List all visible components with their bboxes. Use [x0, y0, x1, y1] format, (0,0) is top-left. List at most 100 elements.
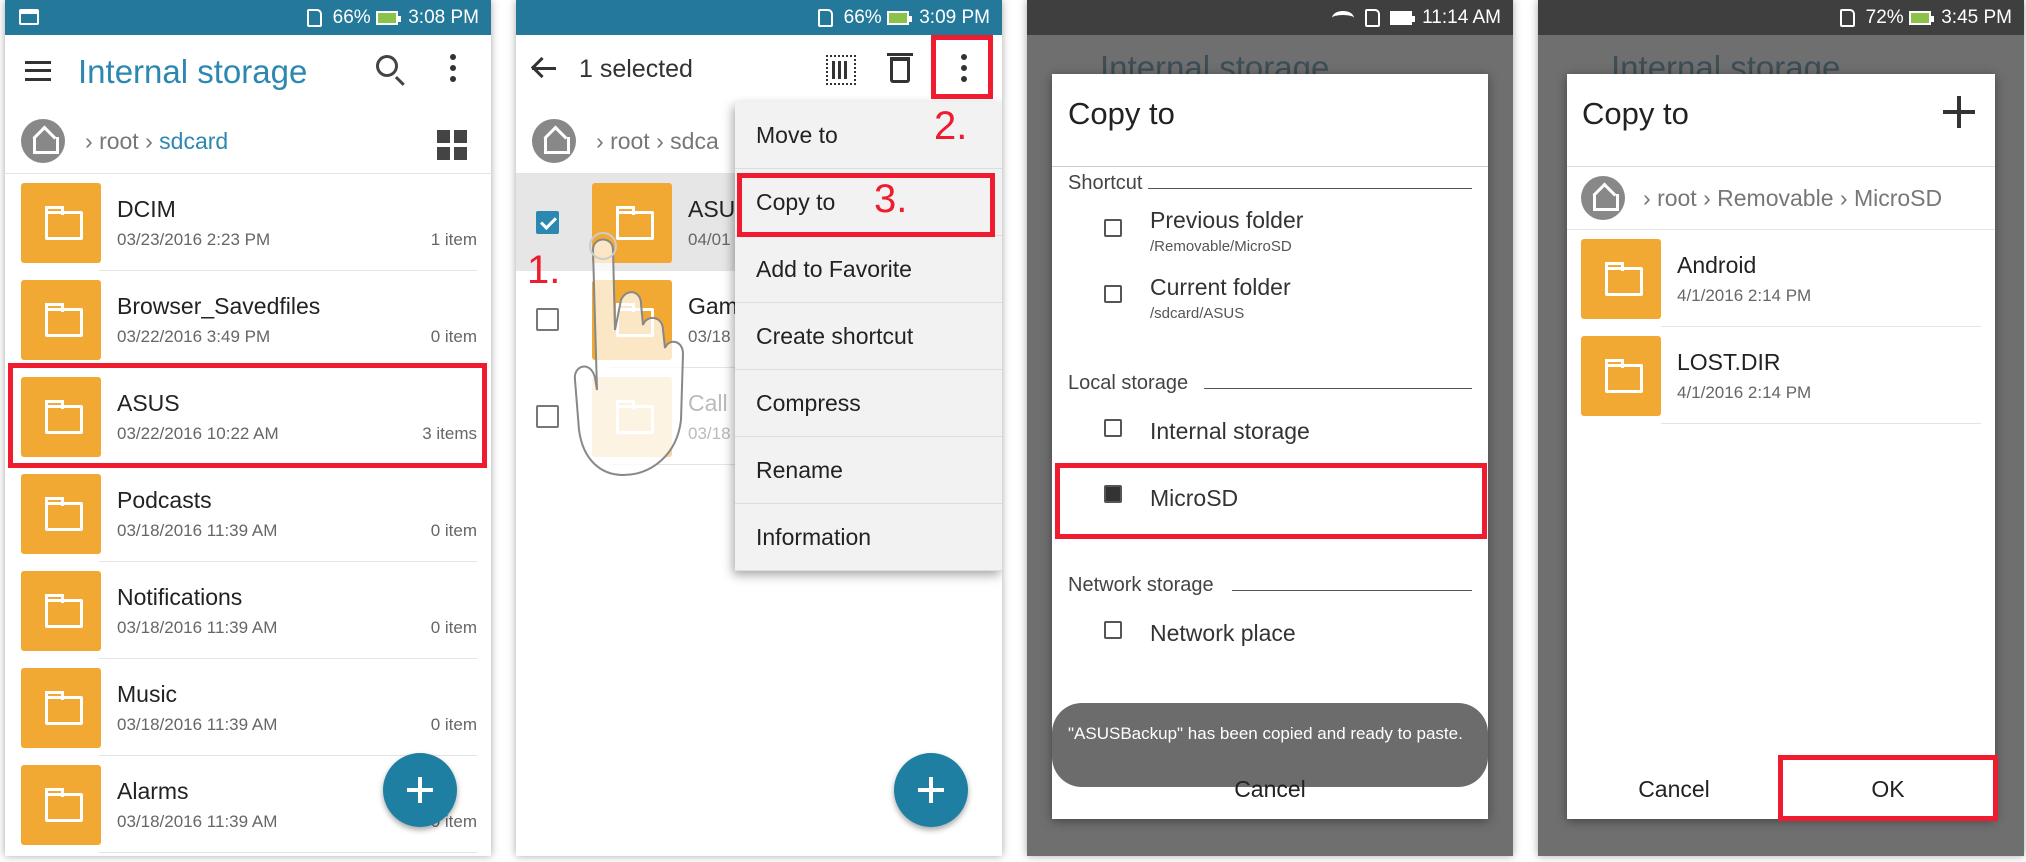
- highlight-box-ok: [1778, 755, 1998, 821]
- file-name: Browser_Savedfiles: [117, 293, 321, 319]
- selection-bar: 1 selected: [516, 35, 1002, 110]
- toast-message: "ASUSBackup" has been copied and ready t…: [1052, 703, 1488, 787]
- checkbox-checked[interactable]: [536, 211, 559, 234]
- search-icon[interactable]: [376, 55, 398, 77]
- menu-item-add-favorite[interactable]: Add to Favorite: [735, 236, 1002, 303]
- battery-charging-icon: [886, 10, 912, 25]
- back-arrow-icon[interactable]: [532, 67, 556, 70]
- list-item[interactable]: LOST.DIR 4/1/2016 2:14 PM: [1567, 327, 1995, 424]
- breadcrumb: › root › sdcard: [5, 110, 491, 174]
- home-icon[interactable]: [21, 119, 65, 163]
- chevron-right-icon: ›: [85, 128, 93, 154]
- select-all-icon[interactable]: [826, 55, 856, 85]
- file-date: 03/22/2016 3:49 PM: [117, 327, 271, 346]
- file-name: Notifications: [117, 584, 243, 610]
- selection-count: 1 selected: [579, 55, 693, 83]
- add-button[interactable]: [383, 753, 457, 827]
- tap-hand-icon: [573, 232, 685, 477]
- internal-storage[interactable]: Internal storage: [1150, 418, 1310, 445]
- home-icon[interactable]: [1581, 176, 1625, 220]
- battery-percent: 66%: [843, 7, 882, 28]
- file-name: Call: [688, 390, 728, 416]
- file-name: Gam: [688, 293, 738, 319]
- more-options-icon[interactable]: [450, 54, 456, 60]
- phone-screen-copy-dialog: 11:14 AM Internal storage Copy to Shortc…: [1027, 0, 1513, 856]
- folder-name: Android: [1677, 252, 1757, 278]
- list-item[interactable]: Podcasts 03/18/2016 11:39 AM 0 item: [5, 465, 491, 562]
- folder-name: LOST.DIR: [1677, 349, 1781, 375]
- crumb-sdcard[interactable]: sdca: [670, 128, 719, 154]
- delete-icon[interactable]: [887, 53, 913, 83]
- page-title: Internal storage: [78, 53, 308, 90]
- crumb-root[interactable]: root: [1657, 185, 1697, 211]
- file-name: DCIM: [117, 196, 176, 222]
- folder-icon: [1581, 336, 1661, 416]
- file-date: 03/18/2016 11:39 AM: [117, 812, 278, 831]
- clock: 11:14 AM: [1422, 7, 1501, 28]
- status-bar: 66% 3:08 PM: [5, 0, 491, 35]
- section-network-storage: Network storage: [1068, 574, 1214, 596]
- home-icon[interactable]: [532, 119, 576, 163]
- list-item[interactable]: Notifications 03/18/2016 11:39 AM 0 item: [5, 562, 491, 659]
- menu-item-compress[interactable]: Compress: [735, 370, 1002, 437]
- crumb-root[interactable]: root: [610, 128, 650, 154]
- network-place[interactable]: Network place: [1150, 620, 1296, 647]
- crumb-root[interactable]: root: [99, 128, 139, 154]
- folder-date: 4/1/2016 2:14 PM: [1677, 286, 1812, 305]
- list-item[interactable]: Android 4/1/2016 2:14 PM: [1567, 230, 1995, 327]
- crumb-sdcard[interactable]: sdcard: [159, 128, 228, 154]
- breadcrumb: › root › Removable › MicroSD: [1567, 166, 1995, 230]
- list-item[interactable]: Browser_Savedfiles 03/22/2016 3:49 PM 0 …: [5, 271, 491, 368]
- battery-percent: 72%: [1865, 7, 1904, 28]
- previous-folder-icon: [1104, 219, 1122, 237]
- section-local-storage: Local storage: [1068, 372, 1189, 394]
- file-name: Alarms: [117, 778, 189, 804]
- clock: 3:08 PM: [408, 7, 479, 28]
- battery-icon: [1389, 10, 1415, 25]
- cancel-button[interactable]: Cancel: [1567, 776, 1781, 803]
- battery-charging-icon: [375, 10, 401, 25]
- file-date: 03/18: [688, 327, 731, 346]
- current-folder[interactable]: Current folder: [1150, 274, 1291, 301]
- file-date: 03/23/2016 2:23 PM: [117, 230, 271, 249]
- crumb-microsd[interactable]: MicroSD: [1854, 185, 1942, 211]
- status-bar: 72% 3:45 PM: [1538, 0, 2024, 35]
- checkbox[interactable]: [536, 405, 559, 428]
- file-date: 03/18: [688, 424, 731, 443]
- file-count: 0 item: [430, 715, 477, 734]
- cancel-button[interactable]: Cancel: [1052, 776, 1488, 803]
- folder-date: 4/1/2016 2:14 PM: [1677, 383, 1812, 402]
- step-label-3: 3.: [874, 177, 908, 221]
- dialog-title: Copy to: [1582, 96, 1689, 131]
- current-folder-path: /sdcard/ASUS: [1150, 305, 1245, 322]
- list-item[interactable]: Music 03/18/2016 11:39 AM 0 item: [5, 659, 491, 756]
- highlight-box-microsd: [1055, 463, 1487, 539]
- grid-view-icon[interactable]: [437, 130, 467, 160]
- folder-icon: [21, 571, 101, 651]
- sdcard-icon: [1840, 8, 1856, 27]
- folder-icon: [21, 765, 101, 845]
- checkbox[interactable]: [536, 308, 559, 331]
- phone-screen-file-list: 66% 3:08 PM Internal storage › root › sd…: [5, 0, 491, 856]
- folder-icon: [21, 183, 101, 263]
- menu-item-rename[interactable]: Rename: [735, 437, 1002, 504]
- folder-icon: [1581, 239, 1661, 319]
- menu-item-create-shortcut[interactable]: Create shortcut: [735, 303, 1002, 370]
- file-count: 0 item: [430, 327, 477, 346]
- menu-item-information[interactable]: Information: [735, 504, 1002, 571]
- crumb-removable[interactable]: Removable: [1717, 185, 1833, 211]
- file-count: 1 item: [430, 230, 477, 249]
- file-date: 03/18/2016 11:39 AM: [117, 715, 278, 734]
- chevron-right-icon: ›: [1643, 185, 1651, 211]
- previous-folder[interactable]: Previous folder: [1150, 207, 1303, 234]
- clock: 3:45 PM: [1941, 7, 2012, 28]
- menu-icon[interactable]: [25, 61, 51, 81]
- sdcard-icon: [1364, 8, 1380, 27]
- step-label-2: 2.: [934, 104, 968, 148]
- chevron-right-icon: ›: [1703, 185, 1711, 211]
- list-item[interactable]: DCIM 03/23/2016 2:23 PM 1 item: [5, 174, 491, 271]
- new-folder-plus-icon[interactable]: [1943, 96, 1975, 128]
- add-button[interactable]: [894, 753, 968, 827]
- highlight-box-more: [931, 35, 993, 99]
- sdcard-icon: [307, 8, 323, 27]
